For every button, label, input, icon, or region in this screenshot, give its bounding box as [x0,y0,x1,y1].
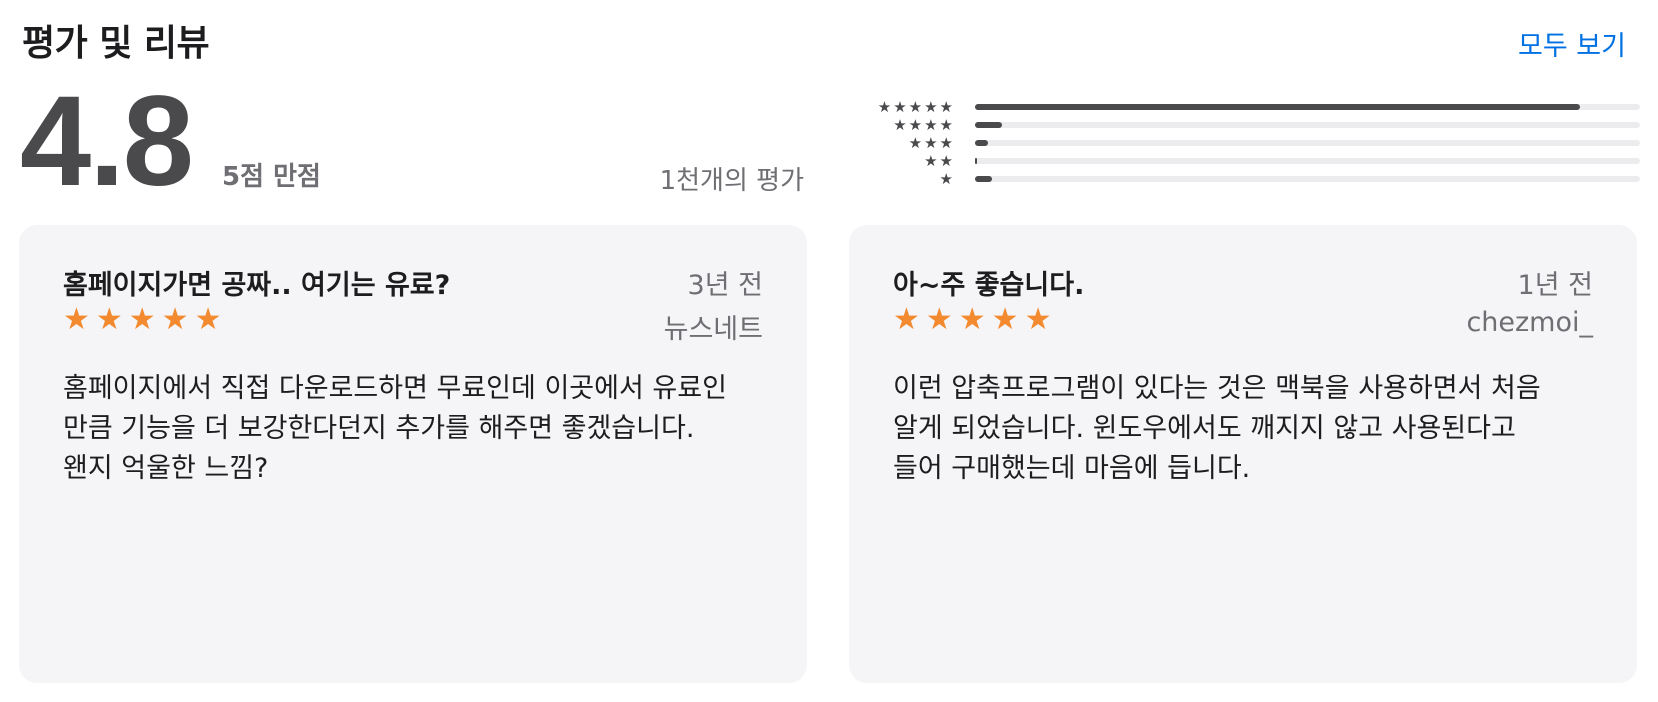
star-icon: ★ [939,169,955,188]
histogram-track [975,122,1640,128]
review-author: 뉴스네트 [663,314,763,345]
histogram-track [975,140,1640,146]
histogram-track [975,104,1640,110]
histogram-row-2: ★★ [845,152,1640,170]
review-card[interactable]: 홈페이지가면 공짜.. 여기는 유료? 3년 전 ★★★★★ 뉴스네트 홈페이지… [19,225,807,683]
out-of-label: 5점 만점 [222,162,321,192]
star-icon: ★★★★★ [877,97,955,116]
section-title: 평가 및 리뷰 [22,23,210,64]
histogram-bar [975,122,1002,128]
histogram-bar [975,140,989,146]
rating-histogram: ★★★★★ ★★★★ ★★★ ★★ ★ [845,98,1640,188]
average-rating: 4.8 [20,70,194,213]
histogram-bar [975,158,977,164]
histogram-row-3: ★★★ [845,134,1640,152]
review-star-rating: ★★★★★ [893,302,1058,337]
histogram-track [975,158,1640,164]
review-star-rating: ★★★★★ [63,302,228,337]
star-icon: ★★ [924,151,955,170]
histogram-bar [975,176,992,182]
review-card[interactable]: 아~주 좋습니다. 1년 전 ★★★★★ chezmoi_ 이런 압축프로그램이… [849,225,1637,683]
review-body: 홈페이지에서 직접 다운로드하면 무료인데 이곳에서 유료인 만큼 기능을 더 … [63,373,727,484]
review-title: 아~주 좋습니다. [893,270,1085,301]
histogram-row-1: ★ [845,170,1640,188]
star-icon: ★★★ [908,133,955,152]
review-body: 이런 압축프로그램이 있다는 것은 맥북을 사용하면서 처음 알게 되었습니다.… [893,373,1541,484]
histogram-row-4: ★★★★ [845,116,1640,134]
review-date: 3년 전 [687,270,763,301]
star-icon: ★★★★ [893,115,955,134]
review-title: 홈페이지가면 공짜.. 여기는 유료? [63,270,451,301]
see-all-link[interactable]: 모두 보기 [1518,24,1626,63]
histogram-track [975,176,1640,182]
review-author: chezmoi_ [1466,307,1593,338]
review-date: 1년 전 [1517,270,1593,301]
rating-count: 1천개의 평가 [659,166,804,196]
histogram-bar [975,104,1581,110]
histogram-row-5: ★★★★★ [845,98,1640,116]
